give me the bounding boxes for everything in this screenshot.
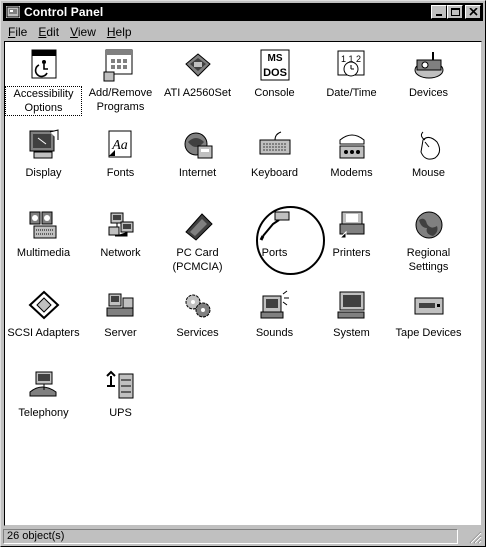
network-icon [103, 208, 139, 242]
control-panel-item-sounds[interactable]: Sounds [236, 282, 313, 362]
services-icon [180, 288, 216, 322]
item-label: Regional Settings [406, 247, 451, 273]
title-bar[interactable]: Control Panel [3, 3, 483, 21]
network-highlight-circle [256, 206, 325, 275]
control-panel-item-internet[interactable]: Internet [159, 122, 236, 202]
server-icon [103, 288, 139, 322]
status-bar: 26 object(s) [3, 528, 483, 545]
control-panel-item-services[interactable]: Services [159, 282, 236, 362]
multimedia-icon [26, 208, 62, 242]
item-label: Mouse [411, 167, 446, 179]
control-panel-item-pc-card-pcmcia[interactable]: PC Card (PCMCIA) [159, 202, 236, 282]
item-label: Add/Remove Programs [88, 87, 153, 113]
pc-card-icon [180, 208, 216, 242]
item-label: PC Card (PCMCIA) [172, 247, 223, 273]
sounds-icon [257, 288, 293, 322]
item-label: Server [104, 327, 137, 339]
add-remove-programs-icon [103, 48, 139, 82]
control-panel-item-accessibility-options[interactable]: Accessibility Options [5, 42, 82, 122]
menu-view[interactable]: View [65, 25, 102, 39]
item-label: Modems [330, 167, 373, 179]
menu-bar: File Edit View Help [3, 22, 483, 41]
item-label: Internet [178, 167, 217, 179]
svg-text:MS: MS [267, 53, 282, 64]
item-label: Multimedia [16, 247, 71, 259]
item-label: Fonts [106, 167, 135, 179]
icon-view[interactable]: Accessibility Options Add/Remove Programs… [4, 41, 482, 526]
telephony-icon [26, 368, 62, 402]
item-label: Network [100, 247, 141, 259]
svg-text:Aa: Aa [111, 138, 128, 153]
control-panel-item-display[interactable]: Display [5, 122, 82, 202]
control-panel-item-devices[interactable]: Devices [390, 42, 467, 122]
control-panel-item-multimedia[interactable]: Multimedia [5, 202, 82, 282]
svg-text:DOS: DOS [263, 67, 287, 79]
item-label: ATI A2560Set [163, 87, 232, 99]
item-label: UPS [109, 407, 132, 419]
ups-icon [103, 368, 139, 402]
control-panel-item-system[interactable]: System [313, 282, 390, 362]
scsi-icon [26, 288, 62, 322]
internet-icon [180, 128, 216, 162]
maximize-icon [451, 8, 460, 16]
control-panel-icon[interactable] [6, 6, 20, 18]
window-controls [431, 5, 481, 19]
accessibility-icon [26, 48, 62, 82]
close-icon [469, 8, 478, 16]
control-panel-item-server[interactable]: Server [82, 282, 159, 362]
globe-icon [411, 208, 447, 242]
control-panel-item-network[interactable]: Network [82, 202, 159, 282]
item-label: Devices [408, 87, 449, 99]
item-label: Display [25, 167, 62, 179]
minimize-button[interactable] [431, 5, 447, 19]
control-panel-item-modems[interactable]: Modems [313, 122, 390, 202]
minimize-icon [436, 14, 442, 16]
control-panel-item-telephony[interactable]: Telephony [5, 362, 82, 442]
close-button[interactable] [465, 5, 481, 19]
item-label: Console [254, 87, 295, 99]
item-label: Date/Time [326, 87, 377, 99]
control-panel-window: Control Panel File Edit View Help Access… [0, 0, 486, 547]
window-title: Control Panel [24, 5, 104, 19]
display-icon [26, 128, 62, 162]
menu-file[interactable]: File [3, 25, 33, 39]
icon-grid: Accessibility Options Add/Remove Programs… [5, 42, 481, 442]
modem-icon [334, 128, 370, 162]
tape-devices-icon [411, 288, 447, 322]
menu-edit[interactable]: Edit [33, 25, 65, 39]
resize-grip-icon[interactable] [469, 531, 482, 544]
mouse-icon [411, 128, 447, 162]
control-panel-item-tape-devices[interactable]: Tape Devices [390, 282, 467, 362]
ati-display-icon [180, 48, 216, 82]
item-label: Sounds [255, 327, 294, 339]
control-panel-item-ati-a2560set[interactable]: ATI A2560Set [159, 42, 236, 122]
item-label: System [333, 327, 370, 339]
maximize-button[interactable] [447, 5, 463, 19]
control-panel-item-regional-settings[interactable]: Regional Settings [390, 202, 467, 282]
fonts-icon: Aa [103, 128, 139, 162]
control-panel-item-fonts[interactable]: Aa Fonts [82, 122, 159, 202]
item-label: Telephony [18, 407, 69, 419]
status-text: 26 object(s) [3, 529, 458, 544]
item-label: SCSI Adapters [7, 327, 80, 339]
item-label: Tape Devices [395, 327, 462, 339]
item-label: Printers [332, 247, 371, 259]
control-panel-item-date-time[interactable]: 1 1 2 Date/Time [313, 42, 390, 122]
control-panel-item-keyboard[interactable]: Keyboard [236, 122, 313, 202]
devices-icon [411, 48, 447, 82]
item-label: Keyboard [250, 167, 299, 179]
control-panel-item-scsi-adapters[interactable]: SCSI Adapters [5, 282, 82, 362]
control-panel-item-mouse[interactable]: Mouse [390, 122, 467, 202]
keyboard-icon [257, 128, 293, 162]
system-icon [334, 288, 370, 322]
item-label: Accessibility Options [5, 86, 82, 116]
date-time-icon: 1 1 2 [334, 48, 370, 82]
console-icon: MS DOS [257, 48, 293, 82]
control-panel-item-console[interactable]: MS DOS Console [236, 42, 313, 122]
control-panel-item-add-remove-programs[interactable]: Add/Remove Programs [82, 42, 159, 122]
menu-help[interactable]: Help [102, 25, 138, 39]
item-label: Services [176, 327, 219, 339]
printers-icon [334, 208, 370, 242]
control-panel-item-ups[interactable]: UPS [82, 362, 159, 442]
